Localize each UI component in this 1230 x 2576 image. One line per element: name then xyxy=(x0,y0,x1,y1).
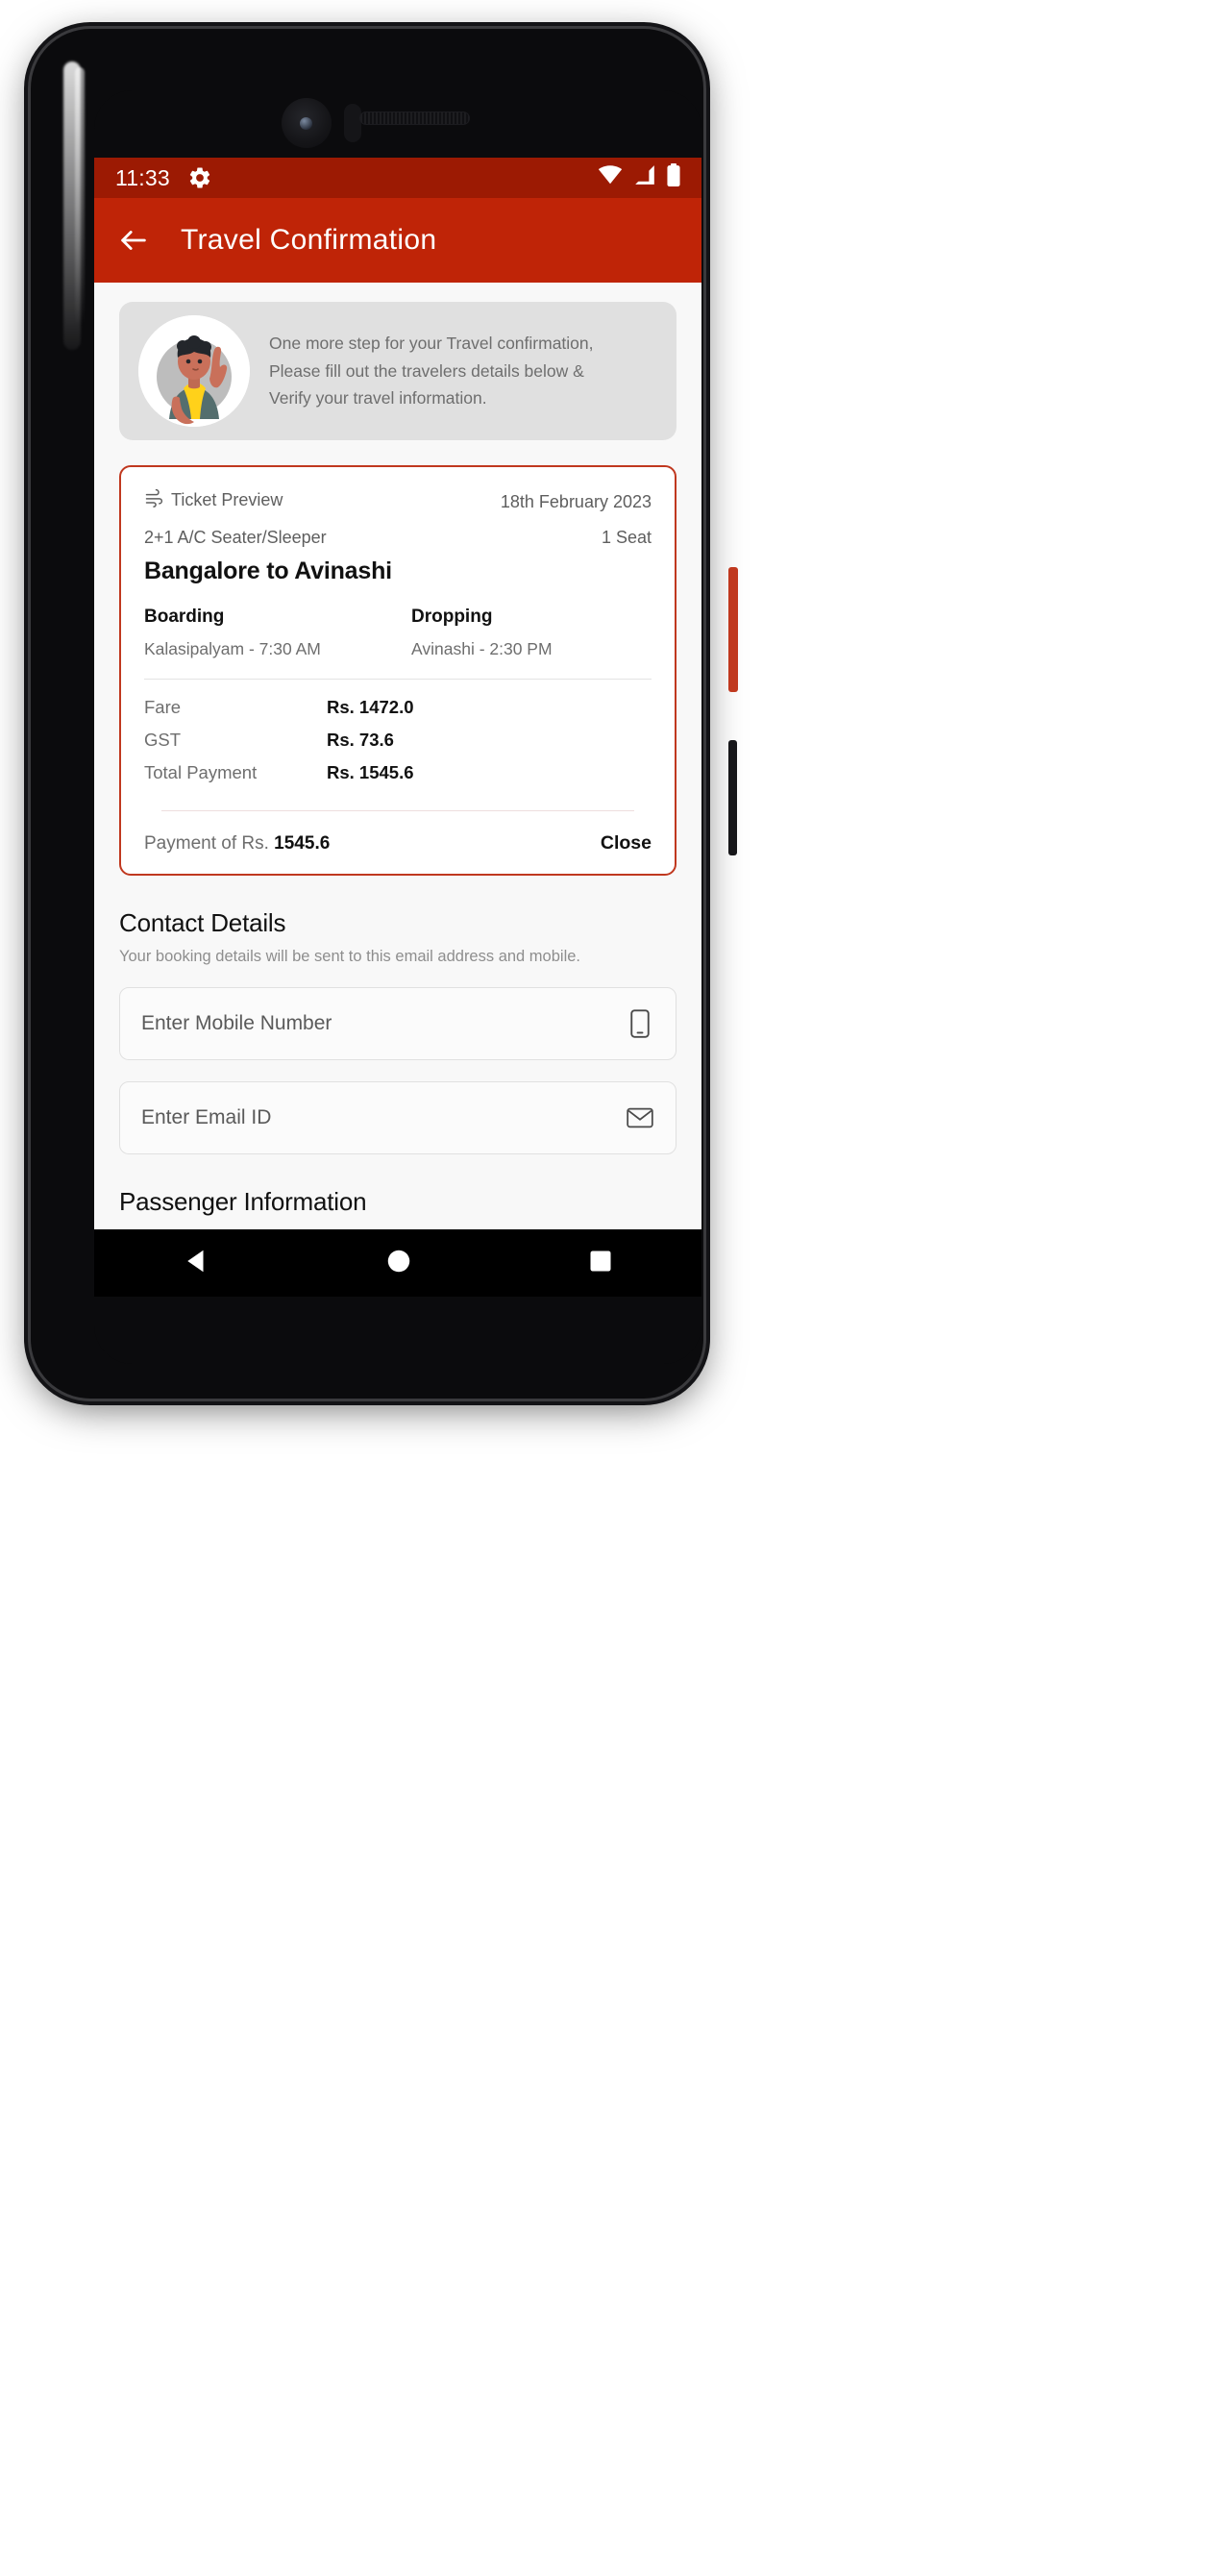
status-right-icons xyxy=(598,163,680,192)
camera-lens-icon xyxy=(300,117,312,130)
boarding-label: Boarding xyxy=(144,607,225,627)
envelope-icon xyxy=(626,1103,654,1132)
ticket-preview-label: Ticket Preview xyxy=(171,490,283,509)
contact-details-subtitle: Your booking details will be sent to thi… xyxy=(119,948,580,965)
total-label: Total Payment xyxy=(144,762,258,782)
battery-icon xyxy=(667,163,680,192)
seat-count: 1 Seat xyxy=(601,528,652,547)
payment-prefix: Payment of Rs. xyxy=(144,832,269,854)
boarding-block: Boarding Kalasipalyam - 7:30 AM xyxy=(144,607,411,659)
phone-screen: 11:33 Travel Confirmation One more step … xyxy=(94,90,701,1364)
app-viewport: 11:33 Travel Confirmation One more step … xyxy=(94,158,701,1297)
banner-line-2: Please fill out the travelers details be… xyxy=(269,360,584,381)
wifi-icon xyxy=(598,165,623,190)
status-time: 11:33 xyxy=(115,164,170,190)
fare-value: Rs. 1472.0 xyxy=(327,697,414,717)
dropping-value: Avinashi - 2:30 PM xyxy=(411,639,553,658)
banner-text: One more step for your Travel confirmati… xyxy=(269,330,594,411)
page-title: Travel Confirmation xyxy=(181,224,437,256)
android-navigation-bar xyxy=(94,1229,701,1297)
power-button[interactable] xyxy=(728,740,737,855)
table-row: Total Payment Rs. 1545.6 xyxy=(144,762,652,783)
payment-amount: 1545.6 xyxy=(274,832,331,854)
gst-label: GST xyxy=(144,730,182,750)
route-title: Bangalore to Avinashi xyxy=(144,557,392,584)
ticket-divider xyxy=(144,679,652,680)
mobile-phone-icon xyxy=(626,1009,654,1038)
camera-flash-icon xyxy=(344,104,361,142)
phone-device-frame: 11:33 Travel Confirmation One more step … xyxy=(31,29,738,1399)
nav-recents-square-icon[interactable] xyxy=(587,1248,614,1279)
fare-list: Fare Rs. 1472.0 GST Rs. 73.6 Total Payme… xyxy=(144,697,652,783)
passenger-information-title: Passenger Information xyxy=(119,1187,367,1216)
email-field[interactable]: Enter Email ID xyxy=(119,1081,676,1154)
screenshot-root: 11:33 Travel Confirmation One more step … xyxy=(0,0,1230,2576)
banner-line-1: One more step for your Travel confirmati… xyxy=(269,334,594,354)
back-arrow-icon[interactable] xyxy=(117,224,150,257)
total-value: Rs. 1545.6 xyxy=(327,762,414,782)
info-banner: One more step for your Travel confirmati… xyxy=(119,302,676,440)
contact-details-title: Contact Details xyxy=(119,908,286,937)
earpiece-speaker xyxy=(359,111,470,125)
status-bar: 11:33 xyxy=(94,158,701,198)
signal-icon xyxy=(633,165,656,190)
ticket-preview-label-group: Ticket Preview xyxy=(144,488,283,512)
dropping-label: Dropping xyxy=(411,607,493,627)
ticket-date: 18th February 2023 xyxy=(500,492,652,511)
nav-home-circle-icon[interactable] xyxy=(384,1247,413,1280)
waving-person-illustration xyxy=(138,315,250,427)
boarding-value: Kalasipalyam - 7:30 AM xyxy=(144,639,321,658)
table-row: Fare Rs. 1472.0 xyxy=(144,697,652,718)
contact-details-section: Contact Details Your booking details wil… xyxy=(94,908,701,1154)
mobile-number-field[interactable]: Enter Mobile Number xyxy=(119,987,676,1060)
gst-value: Rs. 73.6 xyxy=(327,730,394,750)
ticket-bus-row: 2+1 A/C Seater/Sleeper 1 Seat xyxy=(144,512,652,548)
fare-label: Fare xyxy=(144,697,182,717)
app-bar: Travel Confirmation xyxy=(94,198,701,283)
banner-line-3: Verify your travel information. xyxy=(269,388,487,409)
ticket-footer: Payment of Rs. 1545.6 Close xyxy=(144,832,652,855)
mobile-number-placeholder: Enter Mobile Number xyxy=(141,1012,332,1034)
nav-back-triangle-icon[interactable] xyxy=(182,1247,210,1280)
ticket-preview-card: Ticket Preview 18th February 2023 2+1 A/… xyxy=(119,465,676,876)
ticket-card-header: Ticket Preview 18th February 2023 xyxy=(144,488,652,512)
scroll-content[interactable]: One more step for your Travel confirmati… xyxy=(94,302,701,1297)
table-row: GST Rs. 73.6 xyxy=(144,730,652,751)
close-button[interactable]: Close xyxy=(601,832,652,855)
payment-summary: Payment of Rs. 1545.6 xyxy=(144,833,330,855)
device-glare-inner xyxy=(75,67,85,327)
email-placeholder: Enter Email ID xyxy=(141,1106,272,1128)
bus-icon xyxy=(144,488,163,512)
volume-button[interactable] xyxy=(728,567,738,692)
ticket-footer-divider xyxy=(161,810,634,811)
gear-icon xyxy=(187,165,212,190)
boarding-dropping-row: Boarding Kalasipalyam - 7:30 AM Dropping… xyxy=(144,607,652,659)
bus-type: 2+1 A/C Seater/Sleeper xyxy=(144,528,327,547)
dropping-block: Dropping Avinashi - 2:30 PM xyxy=(411,607,652,659)
